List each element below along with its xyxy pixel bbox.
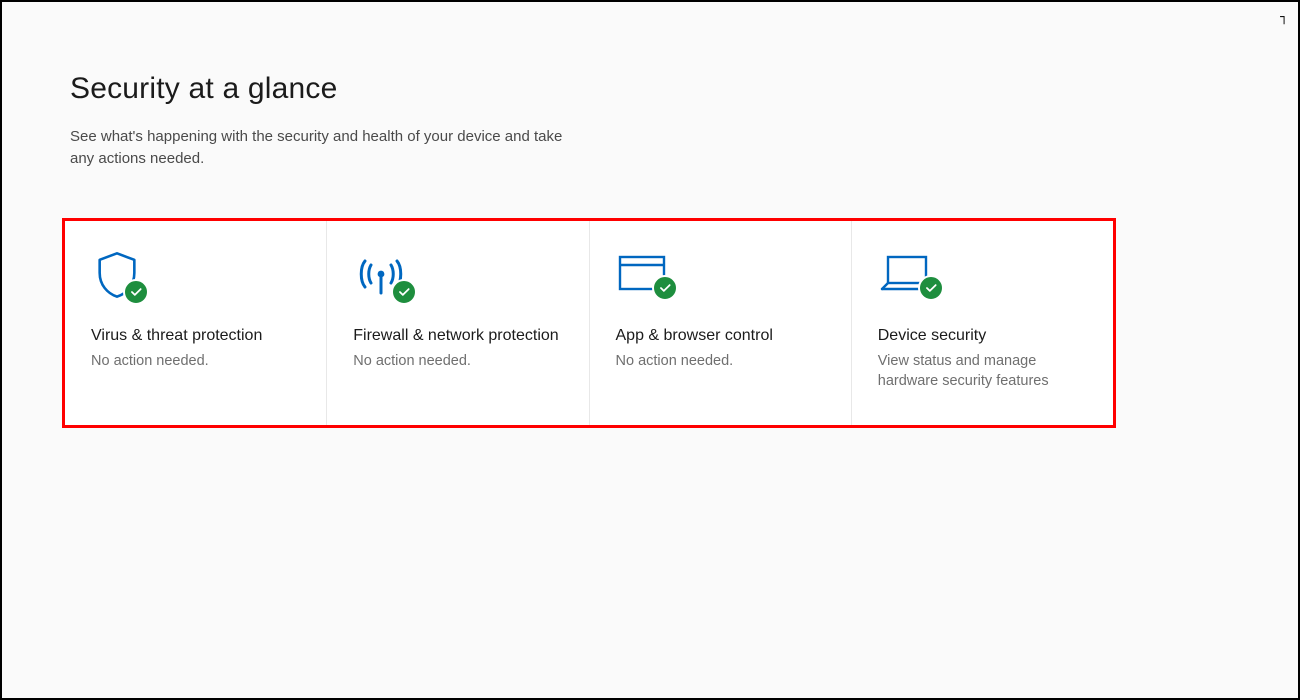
cursor-glyph: ┐ (1280, 10, 1288, 25)
status-ok-icon (123, 279, 149, 305)
antenna-icon (353, 249, 413, 305)
tile-desc: No action needed. (91, 351, 304, 371)
page-subtitle: See what's happening with the security a… (70, 126, 590, 170)
laptop-icon (878, 249, 938, 305)
status-ok-icon (391, 279, 417, 305)
tile-title: Device security (878, 325, 1091, 347)
shield-icon (91, 249, 151, 305)
tile-firewall-network-protection[interactable]: Firewall & network protection No action … (327, 221, 589, 425)
browser-icon (616, 249, 676, 305)
tile-device-security[interactable]: Device security View status and manage h… (852, 221, 1113, 425)
tile-title: App & browser control (616, 325, 829, 347)
tile-title: Firewall & network protection (353, 325, 566, 347)
tile-virus-threat-protection[interactable]: Virus & threat protection No action need… (65, 221, 327, 425)
tile-title: Virus & threat protection (91, 325, 304, 347)
tile-desc: No action needed. (616, 351, 829, 371)
page-title: Security at a glance (70, 72, 1298, 106)
tile-app-browser-control[interactable]: App & browser control No action needed. (590, 221, 852, 425)
status-ok-icon (652, 275, 678, 301)
tile-desc: View status and manage hardware security… (878, 351, 1091, 392)
status-ok-icon (918, 275, 944, 301)
security-tiles: Virus & threat protection No action need… (65, 221, 1113, 425)
tile-desc: No action needed. (353, 351, 566, 371)
